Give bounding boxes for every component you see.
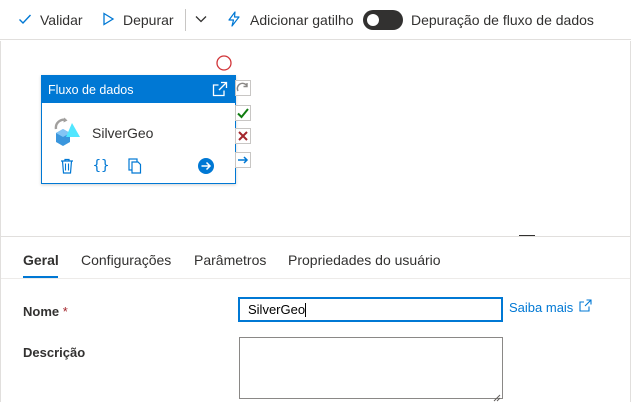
description-label: Descrição [23,345,86,360]
copy-icon[interactable] [126,157,144,175]
name-label-text: Nome [23,304,60,319]
failure-connector-icon[interactable] [235,128,251,144]
activity-name: SilverGeo [92,125,154,141]
text-cursor [305,302,307,317]
debug-label: Depurar [123,12,174,28]
resize-grip-icon[interactable] [493,389,501,402]
add-trigger-button[interactable]: Adicionar gatilho [226,0,354,40]
tab-general[interactable]: Geral [23,252,59,268]
validate-button[interactable]: Validar [18,0,83,40]
delete-icon[interactable] [58,157,76,175]
toggle-knob [367,14,379,26]
skipped-connector-icon[interactable] [235,80,251,96]
lightning-icon [226,10,242,30]
activity-header: Fluxo de dados [42,76,235,103]
tab-user-properties[interactable]: Propriedades do usuário [288,252,441,268]
pipeline-canvas[interactable]: Fluxo de dados SilverGeo {} [0,41,631,237]
dataflow-activity-card[interactable]: Fluxo de dados SilverGeo {} [41,75,236,184]
active-tab-indicator [23,276,58,278]
error-indicator-icon [216,55,232,76]
chevron-down-icon [194,12,208,29]
code-icon[interactable]: {} [92,157,110,175]
success-connector-icon[interactable] [235,105,251,121]
play-icon [101,11,115,29]
dataflow-debug-toggle[interactable]: Depuração de fluxo de dados [363,0,594,40]
add-trigger-label: Adicionar gatilho [250,12,354,28]
name-label: Nome * [23,304,68,319]
debug-button[interactable]: Depurar [101,0,174,40]
activity-type-label: Fluxo de dados [48,82,134,97]
open-external-icon [579,299,592,315]
tab-settings[interactable]: Configurações [81,252,171,268]
dataflow-icon [52,115,84,152]
name-input[interactable]: SilverGeo [238,297,503,322]
dataflow-debug-label: Depuração de fluxo de dados [411,12,594,28]
open-external-icon[interactable] [212,81,228,100]
properties-panel: Geral Configurações Parâmetros Proprieda… [0,236,631,402]
checkmark-icon [18,12,32,29]
properties-tabs: Geral Configurações Parâmetros Proprieda… [1,237,630,279]
required-marker: * [62,304,68,319]
name-input-value: SilverGeo [248,302,306,317]
tab-parameters[interactable]: Parâmetros [194,252,266,268]
learn-more-label: Saiba mais [509,299,574,315]
toolbar: Validar Depurar Adicionar gatilho Depura… [0,0,631,40]
debug-dropdown-button[interactable] [194,0,208,40]
go-arrow-icon[interactable] [197,157,215,175]
toggle-switch[interactable] [363,10,403,30]
learn-more-link[interactable]: Saiba mais [509,299,592,315]
activity-body: SilverGeo [42,103,235,153]
validate-label: Validar [40,12,83,28]
completion-connector-icon[interactable] [235,152,251,168]
activity-actions: {} [42,157,235,177]
toolbar-divider [185,9,186,31]
description-textarea[interactable] [239,337,503,402]
